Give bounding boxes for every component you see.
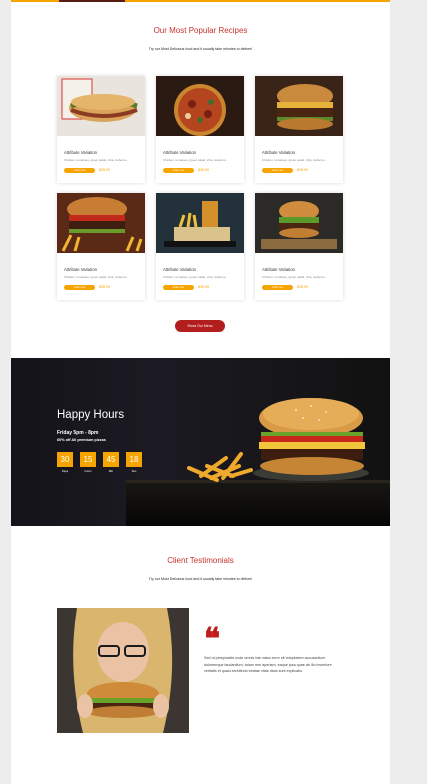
recipe-price: $35.99 bbox=[297, 168, 308, 172]
recipe-card[interactable]: Attribute Variation Chicken, tomatoes, g… bbox=[156, 193, 244, 300]
recipe-name: Attribute Variation bbox=[163, 267, 196, 272]
drink-fries-image bbox=[156, 193, 244, 253]
recipe-description: Chicken, tomatoes, green salad, chia, ic… bbox=[262, 158, 327, 162]
recipe-price: $35.99 bbox=[198, 285, 209, 289]
recipe-description: Chicken, tomatoes, green salad, chia, ic… bbox=[64, 158, 129, 162]
countdown-seconds-label: Sec bbox=[131, 469, 137, 473]
order-button[interactable]: order now bbox=[262, 168, 293, 173]
recipe-description: Chicken, tomatoes, green salad, chia, ic… bbox=[64, 275, 129, 279]
recipe-card[interactable]: Attribute Variation Chicken, tomatoes, g… bbox=[57, 193, 145, 300]
recipe-description: Chicken, tomatoes, green salad, chia, ic… bbox=[262, 275, 327, 279]
testimonials-subtitle: Try our Most Delicious food and it usual… bbox=[148, 577, 253, 581]
recipe-price: $35.99 bbox=[198, 168, 209, 172]
recipe-name: Attribute Variation bbox=[64, 267, 97, 272]
burger-fries-image bbox=[57, 193, 145, 253]
happy-hours-title: Happy Hours bbox=[57, 409, 125, 421]
testimonials-title: Client Testimonials bbox=[167, 556, 234, 565]
recipe-price: $35.99 bbox=[297, 285, 308, 289]
recipe-card[interactable]: Attribute Variation Chicken, tomatoes, g… bbox=[57, 76, 145, 183]
order-button[interactable]: order now bbox=[262, 285, 293, 290]
quote-icon: ❝ bbox=[204, 622, 221, 657]
recipe-card[interactable]: Attribute Variation Chicken, tomatoes, g… bbox=[255, 193, 343, 300]
order-button[interactable]: order now bbox=[64, 168, 95, 173]
countdown-hours-label: hours bbox=[84, 469, 92, 473]
testimonial-text: Sed ut perspiciatis unde omnis iste natu… bbox=[204, 656, 332, 674]
countdown-minutes-label: Min bbox=[108, 469, 114, 473]
countdown-minutes: 45 bbox=[103, 452, 119, 467]
testimonial-photo bbox=[57, 608, 189, 733]
recipe-price: $35.99 bbox=[99, 285, 110, 289]
recipe-description: Chicken, tomatoes, green salad, chia, ic… bbox=[163, 275, 228, 279]
popular-title: Our Most Popular Recipes bbox=[153, 26, 248, 35]
order-button[interactable]: order now bbox=[64, 285, 95, 290]
countdown-days: 30 bbox=[57, 452, 73, 467]
recipe-name: Attribute Variation bbox=[262, 267, 295, 272]
show-menu-button[interactable]: Show Our Menu bbox=[175, 320, 225, 332]
countdown-seconds: 18 bbox=[126, 452, 142, 467]
order-button[interactable]: order now bbox=[163, 168, 194, 173]
top-bar-highlight bbox=[59, 0, 125, 2]
happy-hours-offer: 60% off All premium pizzas bbox=[57, 438, 106, 442]
pizza-image bbox=[156, 76, 244, 136]
burger-image bbox=[255, 76, 343, 136]
sandwich-image bbox=[57, 76, 145, 136]
page: Our Most Popular Recipes Try our Most De… bbox=[11, 0, 390, 784]
recipe-name: Attribute Variation bbox=[163, 150, 196, 155]
burger-board-image bbox=[255, 193, 343, 253]
recipe-description: Chicken, tomatoes, green salad, chia, ic… bbox=[163, 158, 228, 162]
countdown-hours: 15 bbox=[80, 452, 96, 467]
happy-hours-banner: Happy Hours Friday 5pm - 8pm 60% off All… bbox=[11, 358, 390, 526]
recipe-name: Attribute Variation bbox=[262, 150, 295, 155]
countdown-days-label: Days bbox=[61, 469, 69, 473]
recipe-name: Attribute Variation bbox=[64, 150, 97, 155]
popular-subtitle: Try our Most Delicious food and it usual… bbox=[148, 47, 253, 51]
happy-hours-time: Friday 5pm - 8pm bbox=[57, 430, 99, 436]
burger-fries-banner-image bbox=[126, 398, 390, 526]
recipe-price: $35.99 bbox=[99, 168, 110, 172]
order-button[interactable]: order now bbox=[163, 285, 194, 290]
recipe-card[interactable]: Attribute Variation Chicken, tomatoes, g… bbox=[255, 76, 343, 183]
recipe-card[interactable]: Attribute Variation Chicken, tomatoes, g… bbox=[156, 76, 244, 183]
